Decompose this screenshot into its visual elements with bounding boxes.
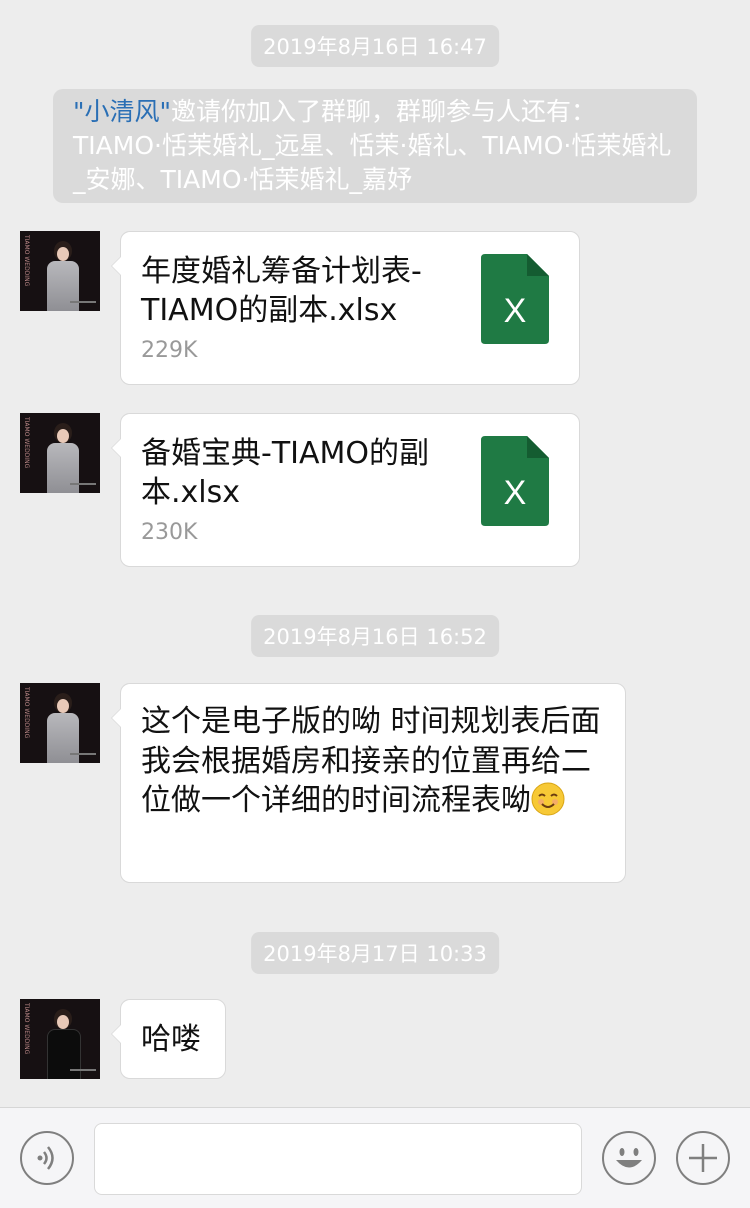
message-input[interactable] bbox=[94, 1123, 582, 1195]
timestamp: 2019年8月17日 10:33 bbox=[251, 932, 499, 974]
more-button[interactable] bbox=[676, 1131, 730, 1185]
smiling-face-emoji bbox=[531, 782, 565, 816]
excel-file-icon: X bbox=[481, 254, 549, 344]
file-message-bubble[interactable]: 备婚宝典-TIAMO的副本.xlsx 230K X bbox=[111, 413, 580, 567]
file-name: 年度婚礼筹备计划表-TIAMO的副本.xlsx bbox=[141, 254, 422, 328]
timestamp: 2019年8月16日 16:52 bbox=[251, 615, 499, 657]
avatar-brand-text: TIAMO WEDDING bbox=[23, 235, 30, 287]
file-size: 229K bbox=[141, 338, 198, 363]
emoji-button[interactable] bbox=[602, 1131, 656, 1185]
voice-icon bbox=[37, 1146, 54, 1170]
file-message-bubble[interactable]: 年度婚礼筹备计划表-TIAMO的副本.xlsx 229K X bbox=[111, 231, 580, 385]
avatar[interactable]: TIAMO WEDDING bbox=[20, 231, 100, 311]
avatar[interactable]: TIAMO WEDDING bbox=[20, 683, 100, 763]
avatar[interactable]: TIAMO WEDDING bbox=[20, 413, 100, 493]
svg-text:X: X bbox=[504, 292, 527, 330]
text-message-bubble[interactable]: 这个是电子版的呦 时间规划表后面我会根据婚房和接亲的位置再给二位做一个详细的时间… bbox=[111, 683, 626, 883]
avatar-brand-text: TIAMO WEDDING bbox=[23, 417, 30, 469]
group-invite-notice: "小清风"邀请你加入了群聊，群聊参与人还有：TIAMO·恬茉婚礼_远星、恬茉·婚… bbox=[53, 89, 697, 203]
message-text: 哈喽 bbox=[141, 1022, 201, 1057]
avatar[interactable]: TIAMO WEDDING bbox=[20, 999, 100, 1079]
file-size: 230K bbox=[141, 520, 198, 545]
chat-input-bar bbox=[0, 1107, 750, 1208]
avatar-brand-text: TIAMO WEDDING bbox=[23, 687, 30, 739]
plus-icon bbox=[689, 1144, 717, 1172]
text-message-bubble[interactable]: 哈喽 bbox=[111, 999, 226, 1079]
excel-file-icon: X bbox=[481, 436, 549, 526]
avatar-brand-text: TIAMO WEDDING bbox=[23, 1003, 30, 1055]
voice-button[interactable] bbox=[20, 1131, 74, 1185]
timestamp: 2019年8月16日 16:47 bbox=[251, 25, 499, 67]
message-text: 这个是电子版的呦 时间规划表后面我会根据婚房和接亲的位置再给二位做一个详细的时间… bbox=[141, 704, 601, 818]
emoji-icon bbox=[616, 1148, 642, 1168]
file-name: 备婚宝典-TIAMO的副本.xlsx bbox=[141, 436, 430, 510]
inviter-link[interactable]: "小清风" bbox=[73, 97, 171, 126]
svg-text:X: X bbox=[504, 474, 527, 512]
